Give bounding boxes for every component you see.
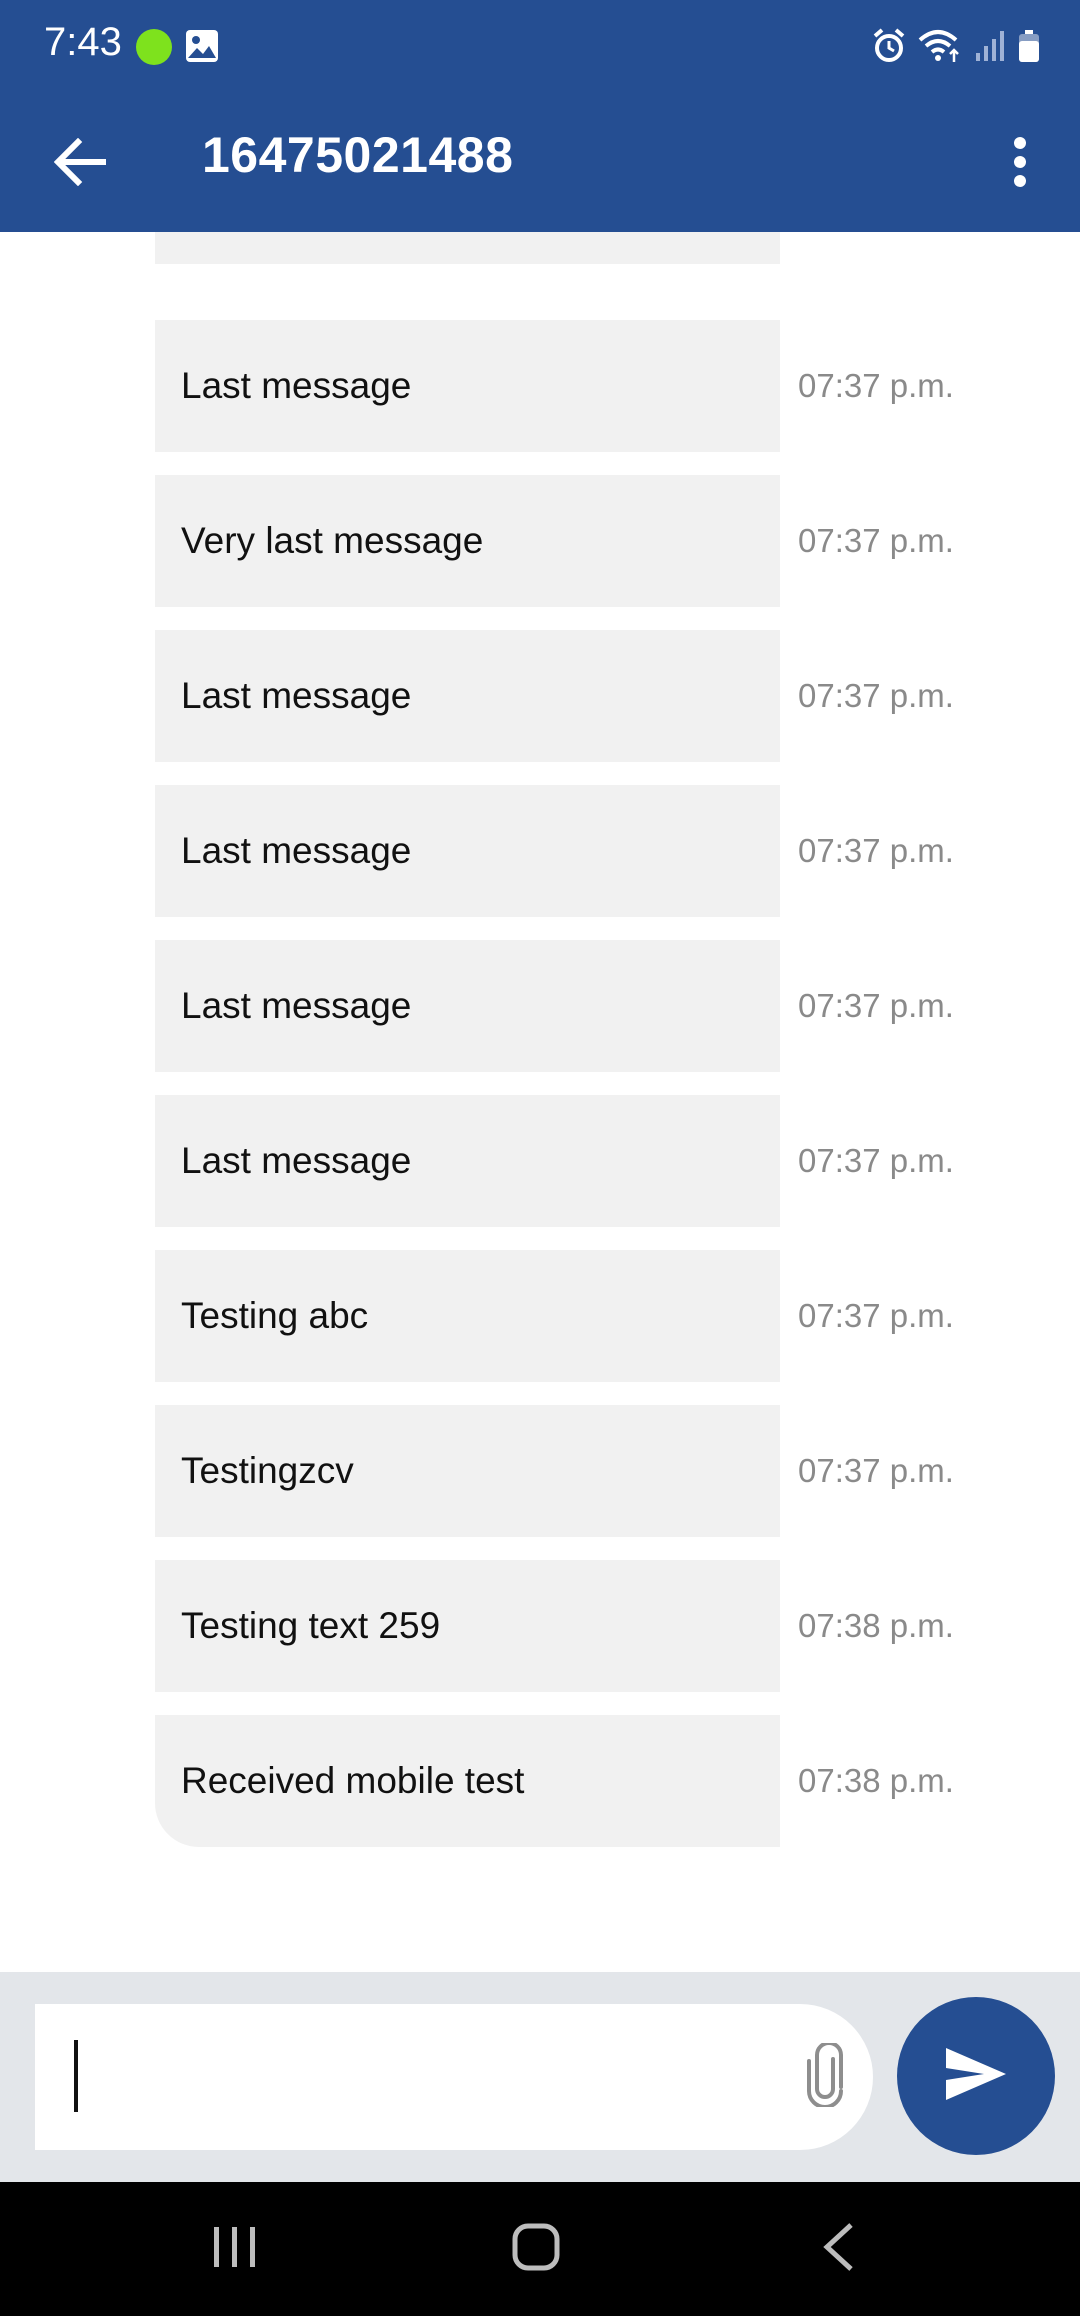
message-row: Testing text 259 07:38 p.m. <box>0 1560 1080 1692</box>
message-row: Testing abc 07:37 p.m. <box>0 1250 1080 1382</box>
message-time: 07:37 p.m. <box>798 832 954 869</box>
message-bubble[interactable]: Testing text 259 <box>155 1560 780 1692</box>
conversation-title: 16475021488 <box>202 127 514 183</box>
message-input-container[interactable] <box>35 2004 873 2152</box>
status-icons <box>872 27 1040 69</box>
app-bar: 16475021488 <box>0 94 1080 232</box>
message-time: 07:37 p.m. <box>798 522 954 559</box>
message-text: Last message <box>181 985 412 1026</box>
arrow-back-icon <box>53 137 107 191</box>
more-vert-icon <box>1012 136 1028 192</box>
message-bubble[interactable]: Last message <box>155 940 780 1072</box>
message-bubble[interactable]: Last message <box>155 320 780 452</box>
message-row: Last message 07:37 p.m. <box>0 320 1080 452</box>
back-icon <box>821 2222 855 2277</box>
message-bubble <box>155 232 780 264</box>
message-time: 07:37 p.m. <box>798 1142 954 1179</box>
message-bubble[interactable]: Last message <box>155 1095 780 1227</box>
notification-dot-icon <box>136 29 172 65</box>
recent-apps-button[interactable] <box>175 2202 295 2296</box>
battery-icon <box>1018 29 1040 68</box>
back-button[interactable] <box>40 124 120 204</box>
home-button[interactable] <box>476 2202 596 2296</box>
message-row: Last message 07:37 p.m. <box>0 1095 1080 1227</box>
message-row: Received mobile test 07:38 p.m. <box>0 1715 1080 1847</box>
message-list[interactable]: Last message 07:37 p.m. Very last messag… <box>0 232 1080 1972</box>
message-text: Testing abc <box>181 1295 369 1336</box>
alarm-icon <box>872 27 906 69</box>
message-text: Last message <box>181 675 412 716</box>
wifi-icon <box>918 28 962 69</box>
system-nav-bar <box>0 2182 1080 2316</box>
message-text: Received mobile test <box>181 1760 525 1801</box>
message-row: Last message 07:37 p.m. <box>0 630 1080 762</box>
text-caret <box>74 2040 78 2112</box>
message-bubble[interactable]: Last message <box>155 630 780 762</box>
recent-apps-icon <box>212 2225 258 2274</box>
message-row: Last message 07:37 p.m. <box>0 785 1080 917</box>
status-bar: 7:43 <box>0 0 1080 94</box>
message-time: 07:37 p.m. <box>798 987 954 1024</box>
signal-icon <box>974 29 1006 68</box>
message-bubble[interactable]: Very last message <box>155 475 780 607</box>
message-row-partial <box>0 232 1080 264</box>
more-options-button[interactable] <box>980 124 1060 204</box>
message-text: Testingzcv <box>181 1450 354 1491</box>
message-input[interactable] <box>87 2004 791 2152</box>
message-time: 07:38 p.m. <box>798 1762 954 1799</box>
attach-button[interactable] <box>790 2040 860 2112</box>
message-text: Testing text 259 <box>181 1605 441 1646</box>
message-text: Last message <box>181 1140 412 1181</box>
message-time: 07:38 p.m. <box>798 1607 954 1644</box>
home-icon <box>512 2223 560 2276</box>
message-text: Very last message <box>181 520 484 561</box>
message-time: 07:37 p.m. <box>798 1297 954 1334</box>
message-time: 07:37 p.m. <box>798 677 954 714</box>
gallery-icon <box>185 29 219 63</box>
message-row: Last message 07:37 p.m. <box>0 940 1080 1072</box>
message-bubble[interactable]: Last message <box>155 785 780 917</box>
message-row: Testingzcv 07:37 p.m. <box>0 1405 1080 1537</box>
send-button[interactable] <box>897 1997 1055 2155</box>
paperclip-icon <box>805 2040 845 2112</box>
message-text: Last message <box>181 830 412 871</box>
send-icon <box>944 2046 1008 2107</box>
composer <box>0 1972 1080 2182</box>
message-time: 07:37 p.m. <box>798 1452 954 1489</box>
status-time: 7:43 <box>44 20 122 64</box>
message-bubble[interactable]: Testing abc <box>155 1250 780 1382</box>
message-time: 07:37 p.m. <box>798 367 954 404</box>
message-bubble[interactable]: Testingzcv <box>155 1405 780 1537</box>
message-bubble[interactable]: Received mobile test <box>155 1715 780 1847</box>
back-nav-button[interactable] <box>778 2202 898 2296</box>
message-text: Last message <box>181 365 412 406</box>
message-row: Very last message 07:37 p.m. <box>0 475 1080 607</box>
